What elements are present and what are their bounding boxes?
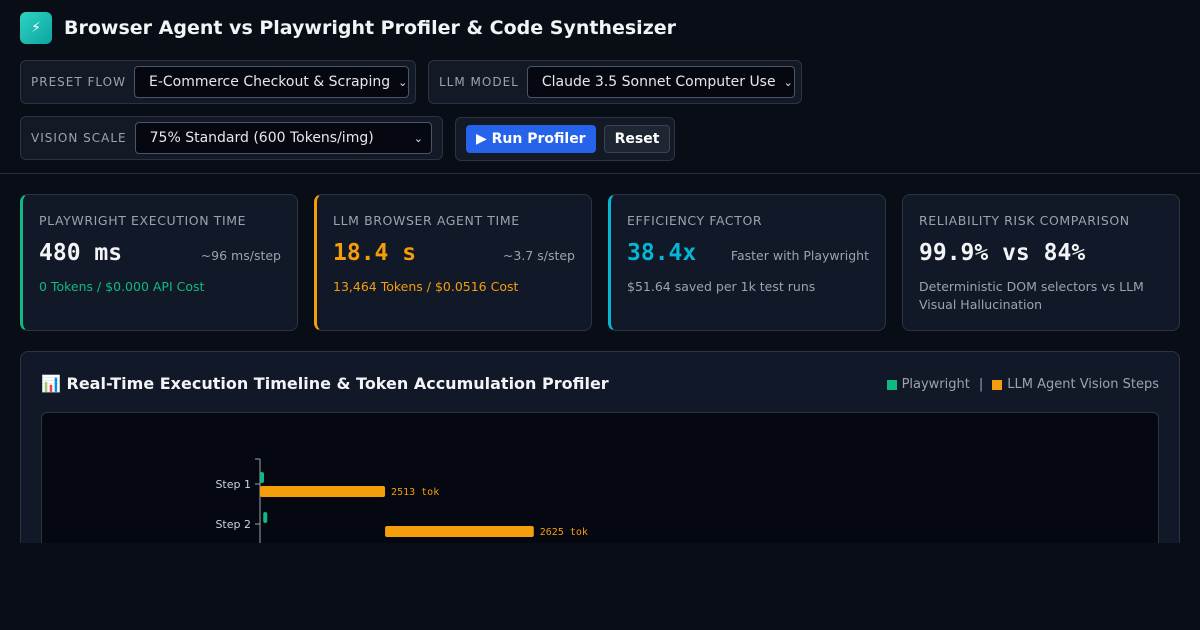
reset-button[interactable]: Reset: [603, 125, 671, 153]
llm-model-select[interactable]: Claude 3.5 Sonnet Computer Use ⌄: [526, 66, 795, 98]
agent-time-card: LLM BROWSER AGENT TIME 18.4 s ~3.7 s/ste…: [314, 194, 592, 331]
card-value: 38.4x: [627, 240, 697, 266]
card-subtext: $51.64 saved per 1k test runs: [627, 279, 816, 294]
legend-swatch-agent: [992, 379, 1003, 390]
legend-agent: LLM Agent Vision Steps: [1007, 377, 1159, 392]
y-axis-tick-label: Step 2: [215, 518, 251, 531]
llm-model-control: LLM MODEL Claude 3.5 Sonnet Computer Use…: [428, 60, 802, 104]
card-value: 480 ms: [39, 240, 123, 266]
card-title: RELIABILITY RISK COMPARISON: [919, 213, 1130, 228]
timeline-panel: 📊 Real-Time Execution Timeline & Token A…: [20, 351, 1180, 543]
timeline-chart: Step 1 2513 tok Step 2 2625 tok: [41, 412, 1159, 543]
agent-bar: [260, 486, 386, 497]
efficiency-card: EFFICIENCY FACTOR 38.4x Faster with Play…: [608, 194, 886, 331]
action-buttons: ▶ Run Profiler Reset: [455, 117, 675, 161]
vision-scale-control: VISION SCALE 75% Standard (600 Tokens/im…: [20, 116, 443, 160]
vision-scale-select[interactable]: 75% Standard (600 Tokens/img) ⌄: [134, 122, 432, 154]
agent-bar: [385, 526, 534, 537]
agent-token-label: 2513 tok: [391, 487, 439, 498]
chevron-down-icon: ⌄: [413, 131, 423, 145]
page-title: Browser Agent vs Playwright Profiler & C…: [64, 17, 677, 39]
preset-flow-value: E-Commerce Checkout & Scraping: [148, 74, 391, 90]
run-profiler-button[interactable]: ▶ Run Profiler: [466, 125, 596, 153]
vision-scale-value: 75% Standard (600 Tokens/img): [149, 130, 374, 146]
card-side-note: ~3.7 s/step: [502, 248, 575, 263]
y-axis-tick-label: Step 1: [215, 478, 251, 491]
card-subtext: 13,464 Tokens / $0.0516 Cost: [333, 279, 519, 294]
legend-separator: |: [978, 377, 984, 392]
vision-scale-label: VISION SCALE: [31, 131, 127, 145]
divider: [0, 173, 1200, 174]
playwright-bar: [260, 472, 264, 483]
card-subtext: 0 Tokens / $0.000 API Cost: [39, 279, 205, 294]
timeline-legend: Playwright | LLM Agent Vision Steps: [886, 377, 1159, 392]
agent-token-label: 2625 tok: [540, 527, 588, 538]
legend-swatch-playwright: [886, 379, 897, 390]
card-title: LLM BROWSER AGENT TIME: [333, 213, 520, 228]
header: ⚡ Browser Agent vs Playwright Profiler &…: [20, 12, 676, 44]
lightning-icon: ⚡: [20, 12, 52, 44]
chevron-down-icon: ⌄: [398, 75, 408, 89]
card-side-note: Faster with Playwright: [730, 248, 869, 263]
chevron-down-icon: ⌄: [783, 75, 793, 89]
preset-flow-select[interactable]: E-Commerce Checkout & Scraping ⌄: [133, 66, 409, 98]
card-value: 99.9% vs 84%: [919, 240, 1086, 266]
card-title: EFFICIENCY FACTOR: [627, 213, 763, 228]
preset-flow-label: PRESET FLOW: [31, 75, 126, 89]
card-title: PLAYWRIGHT EXECUTION TIME: [39, 213, 247, 228]
timeline-title: 📊 Real-Time Execution Timeline & Token A…: [41, 374, 609, 393]
reliability-card: RELIABILITY RISK COMPARISON 99.9% vs 84%…: [902, 194, 1180, 331]
playwright-bar: [263, 512, 268, 523]
card-subtext: Deterministic DOM selectors vs LLM Visua…: [919, 279, 1144, 312]
chart-icon: 📊: [41, 374, 61, 393]
timeline-svg: Step 1 2513 tok Step 2 2625 tok: [215, 458, 588, 543]
timeline-title-text: Real-Time Execution Timeline & Token Acc…: [66, 374, 609, 393]
llm-model-label: LLM MODEL: [439, 75, 519, 89]
preset-flow-control: PRESET FLOW E-Commerce Checkout & Scrapi…: [20, 60, 416, 104]
card-value: 18.4 s: [333, 240, 417, 266]
legend-playwright: Playwright: [901, 377, 970, 392]
llm-model-value: Claude 3.5 Sonnet Computer Use: [541, 74, 776, 90]
card-side-note: ~96 ms/step: [200, 248, 281, 263]
playwright-time-card: PLAYWRIGHT EXECUTION TIME 480 ms ~96 ms/…: [20, 194, 298, 331]
